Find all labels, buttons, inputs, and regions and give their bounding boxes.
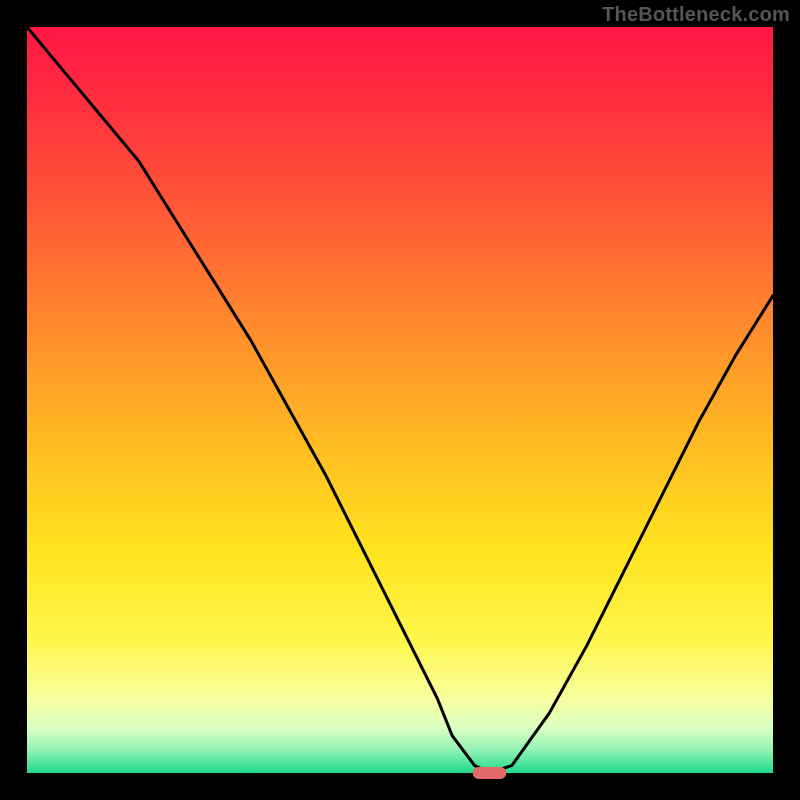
plot-background <box>27 27 773 773</box>
optimal-marker <box>473 767 507 779</box>
chart-canvas <box>0 0 800 800</box>
chart-stage: TheBottleneck.com <box>0 0 800 800</box>
